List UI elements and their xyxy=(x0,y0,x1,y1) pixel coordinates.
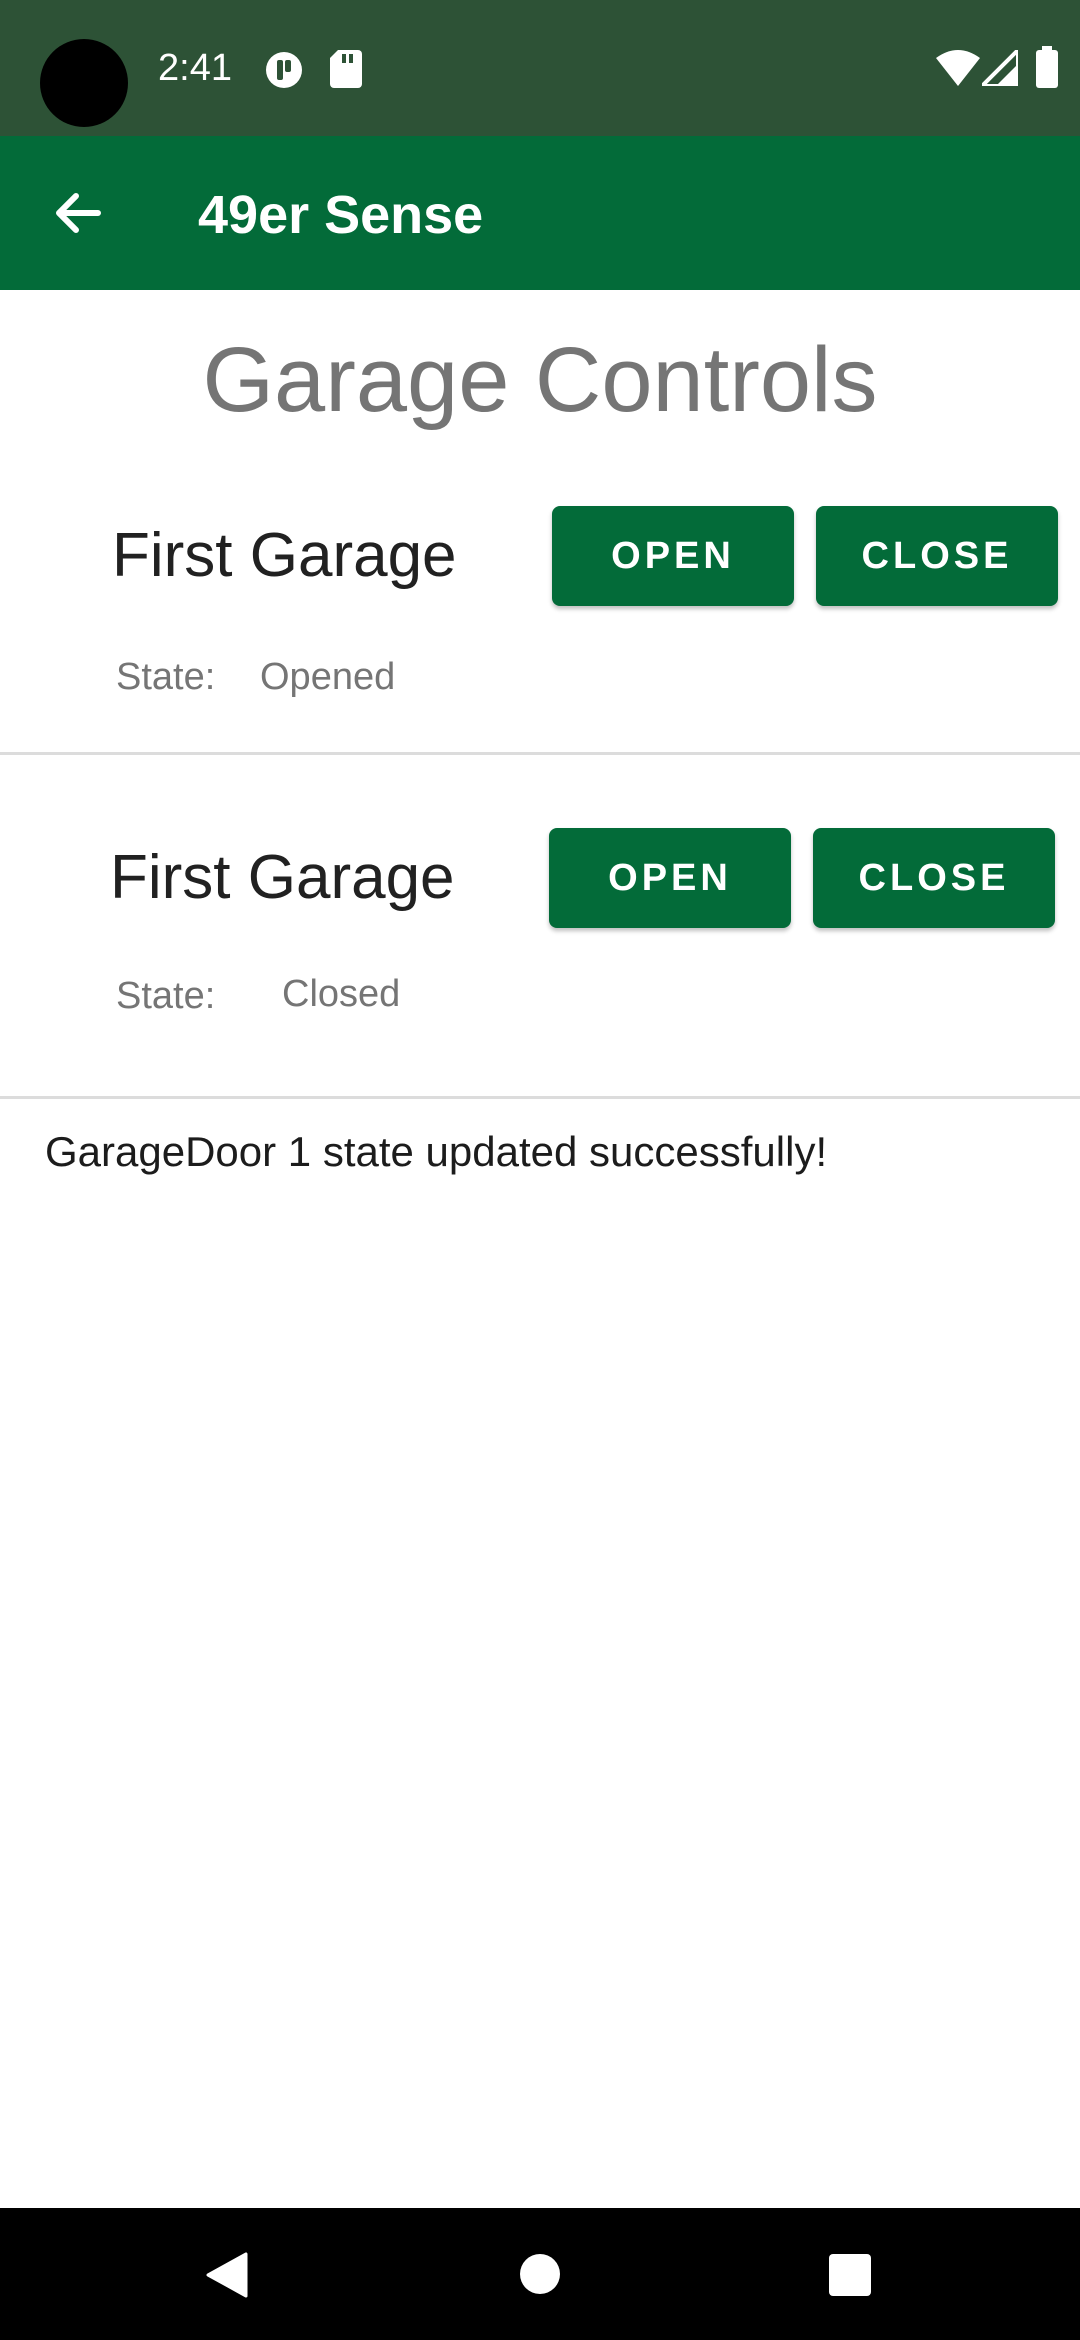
state-value: Closed xyxy=(282,973,401,1015)
sd-card-icon xyxy=(330,50,362,88)
camera-cutout xyxy=(40,39,128,127)
state-label: State: xyxy=(116,656,216,698)
recents-square-icon[interactable] xyxy=(829,2254,871,2296)
navigation-bar xyxy=(0,2208,1080,2340)
close-button[interactable]: CLOSE xyxy=(816,506,1058,606)
signal-icon xyxy=(982,50,1018,86)
state-value: Opened xyxy=(260,656,396,698)
garage-name: First Garage xyxy=(112,521,457,590)
arrow-left-icon[interactable] xyxy=(52,188,102,238)
open-button[interactable]: OPEN xyxy=(549,828,791,928)
divider xyxy=(0,1096,1080,1099)
open-button[interactable]: OPEN xyxy=(552,506,794,606)
status-bar: 2:41 xyxy=(0,0,1080,136)
divider xyxy=(0,752,1080,755)
status-time: 2:41 xyxy=(158,47,232,89)
wifi-icon xyxy=(936,50,980,86)
home-circle-icon[interactable] xyxy=(519,2253,561,2295)
back-triangle-icon[interactable] xyxy=(204,2252,248,2298)
status-message: GarageDoor 1 state updated successfully! xyxy=(45,1128,828,1175)
app-bar xyxy=(0,136,1080,290)
page-title: Garage Controls xyxy=(202,329,878,431)
notification-icon xyxy=(266,52,302,88)
close-button[interactable]: CLOSE xyxy=(813,828,1055,928)
garage-name: First Garage xyxy=(110,843,455,912)
battery-icon xyxy=(1036,46,1058,88)
state-label: State: xyxy=(116,975,216,1017)
app-title: 49er Sense xyxy=(198,185,484,245)
